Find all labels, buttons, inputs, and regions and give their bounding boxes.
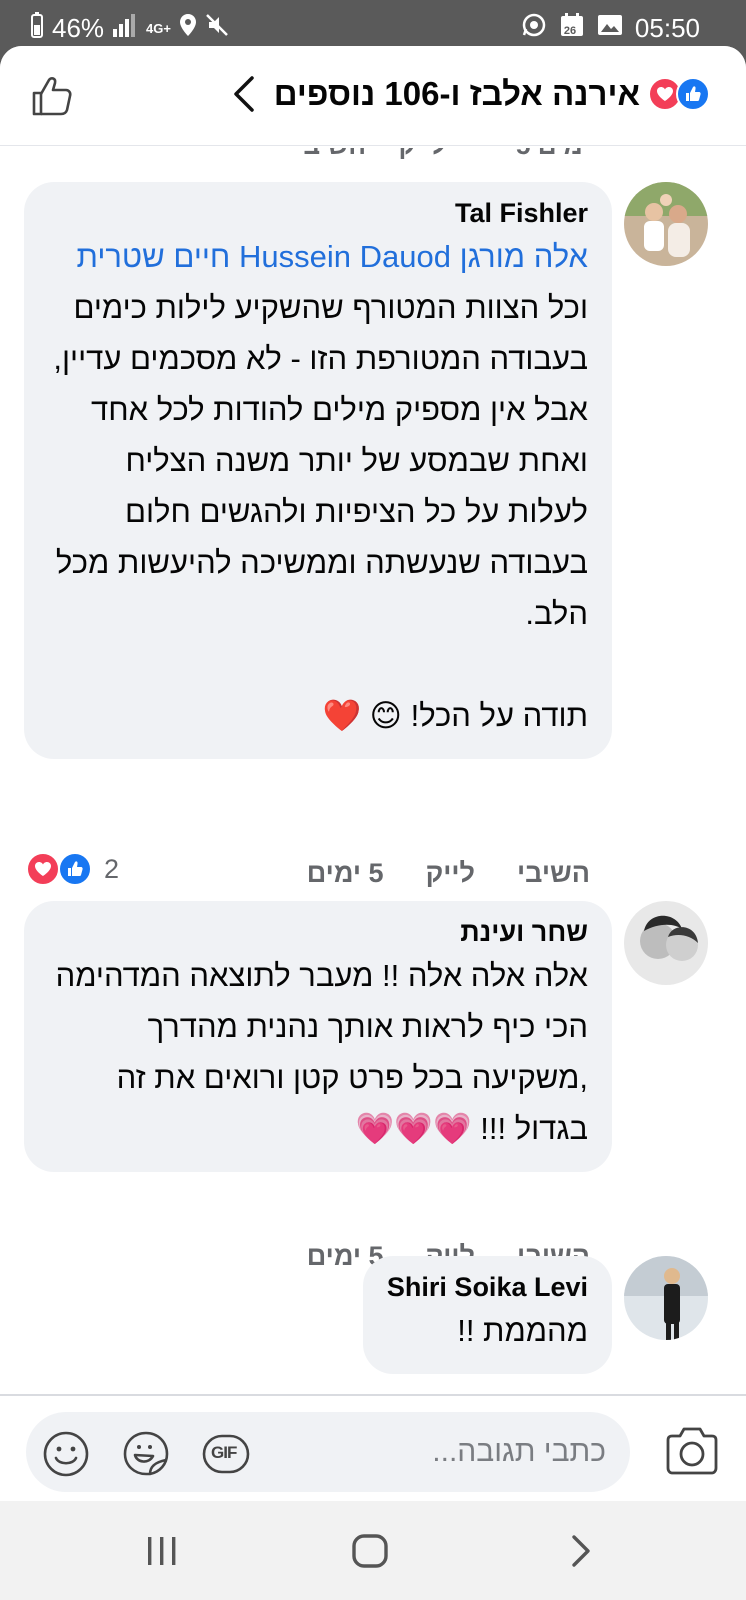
signal-icon [112,13,138,44]
home-icon[interactable] [350,1531,390,1571]
mute-icon [205,13,229,44]
avatar[interactable] [624,182,708,266]
composer-box[interactable]: GIF [26,1412,630,1492]
system-nav-bar [0,1501,746,1600]
comment-bubble[interactable]: Tal Fishler אלה מורגן Hussein Dauod חיים… [24,182,612,759]
location-icon [179,13,197,44]
chevron-left-icon[interactable] [230,74,258,114]
mention-link[interactable]: חיים [173,239,230,274]
gif-icon[interactable]: GIF [202,1430,250,1478]
comment-time: 5 ימים [306,858,384,888]
status-right: 26 05:50 [521,12,700,45]
like-outline-icon[interactable] [30,74,74,118]
like-reaction-icon [58,852,92,886]
network-type: 4G+ [146,21,171,36]
reply-action[interactable]: השיבי [517,858,590,889]
comment-thanks: תודה על הכל! 😊 ❤️ [322,698,588,733]
reaction-count: 2 [104,853,120,884]
recent-apps-icon[interactable] [142,1531,182,1571]
whatsapp-icon [521,12,547,45]
avatar[interactable] [624,1256,708,1340]
prev-like[interactable]: לייק [398,148,446,161]
like-reaction-icon [676,77,710,111]
comment-text: אלה אלה אלה !! מעבר לתוצאה המדהימה הכי כ… [55,958,588,1146]
header-reactions [648,77,710,111]
sheet-header: אירנה אלבז ו-106 נוספים [0,46,746,146]
comment-input[interactable] [386,1428,606,1476]
comment-text: אלה מורגן Hussein Dauod חיים שטרית וכל ה… [48,231,588,639]
clock: 05:50 [634,13,700,43]
comment-author[interactable]: שחר ועינת [48,917,588,948]
comment-bubble[interactable]: Shiri Soika Levi מהממת !! [362,1256,612,1374]
battery-icon [30,12,44,45]
emoji-icon[interactable] [42,1430,90,1478]
back-icon[interactable] [560,1531,600,1571]
comment-author[interactable]: Tal Fishler [48,198,588,229]
love-reaction-icon [26,852,60,886]
calendar-icon: 26 [559,12,585,45]
comment-body: וכל הצוות המטורף שהשקיע לילות כימים בעבו… [53,290,588,631]
comment-bubble[interactable]: שחר ועינת אלה אלה אלה !! מעבר לתוצאה המד… [24,901,612,1172]
calendar-day: 26 [563,25,577,37]
status-left: 46% 4G+ [30,12,229,45]
gallery-icon [597,13,623,44]
comment-author[interactable]: Shiri Soika Levi [387,1272,588,1303]
camera-icon[interactable] [664,1426,720,1476]
battery-level: 46% [52,13,105,43]
comment-reactions[interactable]: 2 [26,852,119,886]
comment-text: מהממת !! [457,1313,588,1348]
mention-link[interactable]: Hussein Dauod [239,239,451,274]
like-action[interactable]: לייק [426,858,475,889]
gif-label: GIF [211,1443,237,1462]
mention-link[interactable]: אלה מורגן [460,239,588,274]
prev-reply[interactable]: השיבי [296,148,366,161]
comment-actions: 5 ימים לייק השיבי [307,858,590,889]
reactions-sheet: אירנה אלבז ו-106 נוספים 5 ימים לייק השיב… [0,46,746,1501]
sticker-icon[interactable] [122,1430,170,1478]
comment-composer: GIF [0,1394,746,1501]
header-title-row[interactable]: אירנה אלבז ו-106 נוספים [230,74,710,114]
header-title: אירנה אלבז ו-106 נוספים [273,75,640,112]
previous-comment-actions: 5 ימים לייק השיבי [0,148,746,178]
avatar[interactable] [624,901,708,985]
mention-link[interactable]: שטרית [77,239,165,274]
prev-time: 5 ימים [516,148,590,161]
